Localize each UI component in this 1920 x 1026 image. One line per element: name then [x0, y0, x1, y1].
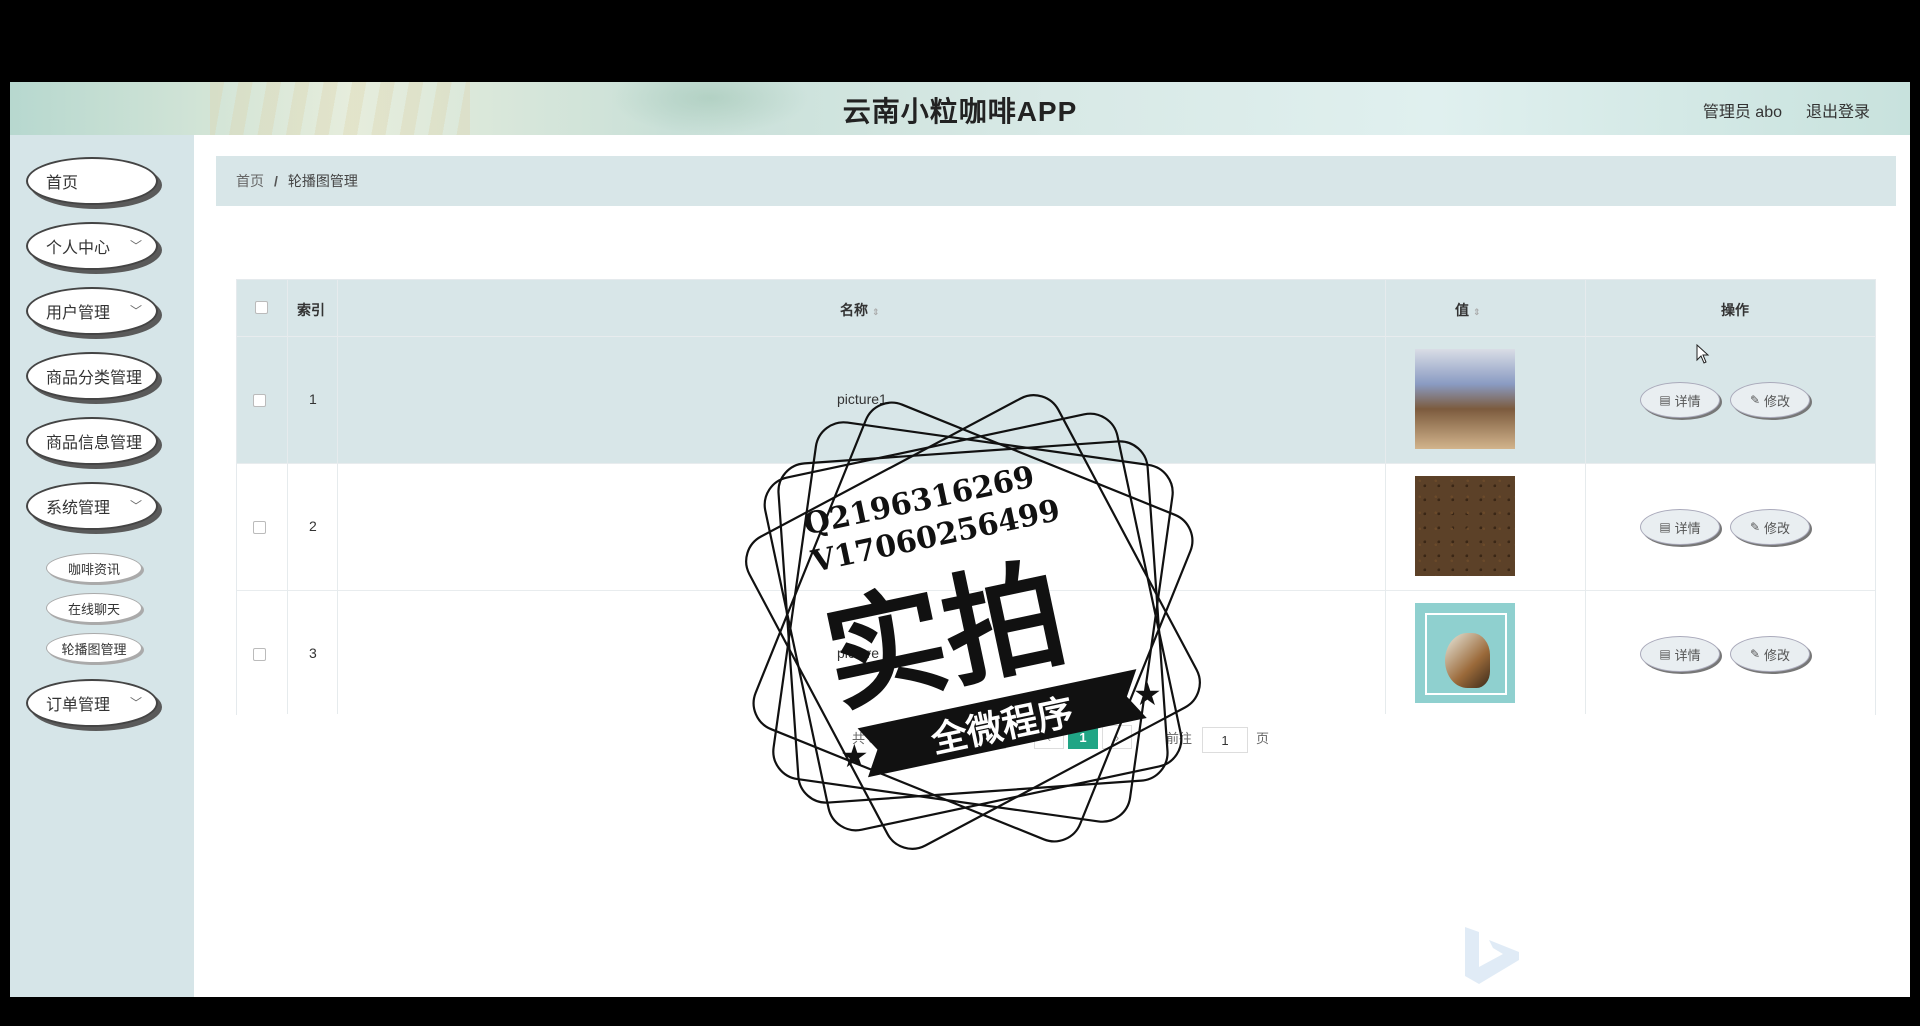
sidebar-item-label: 系统管理: [46, 500, 111, 517]
detail-button[interactable]: ▤ 详情: [1640, 636, 1720, 672]
document-icon: ▤: [1659, 393, 1671, 407]
row-checkbox[interactable]: [253, 394, 266, 407]
carousel-thumbnail: [1415, 349, 1515, 449]
breadcrumb: 首页 / 轮播图管理: [216, 156, 1896, 206]
edit-button-label: 修改: [1764, 393, 1791, 409]
row-index: 1: [309, 391, 317, 407]
sort-icon: ⇕: [872, 307, 880, 317]
sidebar-subitem-chat[interactable]: 在线聊天: [46, 593, 142, 623]
edit-button[interactable]: ✎ 修改: [1730, 636, 1810, 672]
next-page-button[interactable]: ›: [1102, 725, 1132, 749]
document-icon: ▤: [1659, 647, 1671, 661]
column-header-index: 索引: [297, 302, 325, 318]
table-row: 1 picture1 ▤ 详情 ✎ 修改: [237, 336, 1875, 464]
sidebar-subitem-carousel[interactable]: 轮播图管理: [46, 633, 142, 663]
detail-button-label: 详情: [1674, 647, 1701, 663]
row-checkbox[interactable]: [253, 521, 266, 534]
breadcrumb-separator: /: [274, 173, 278, 189]
row-index: 3: [309, 645, 317, 661]
column-divider: [1585, 280, 1586, 714]
column-header-value[interactable]: 值 ⇕: [1455, 300, 1481, 320]
page-size-select[interactable]: 10条/页: [926, 725, 1006, 749]
carousel-thumbnail: [1415, 476, 1515, 576]
admin-label: 管理员 abo: [1702, 104, 1782, 121]
page-number-current[interactable]: 1: [1068, 725, 1098, 749]
column-divider: [287, 280, 288, 714]
pencil-icon: ✎: [1749, 393, 1761, 407]
edit-button[interactable]: ✎ 修改: [1730, 382, 1810, 418]
detail-button[interactable]: ▤ 详情: [1640, 382, 1720, 418]
chevron-down-icon: ﹀: [129, 696, 142, 710]
table-row: 2 ▤ 详情 ✎ 修改: [237, 463, 1875, 591]
table-row: 3 picture ▤ 详情 ✎ 修改: [237, 590, 1875, 718]
sidebar-subitem-news[interactable]: 咖啡资讯: [46, 553, 142, 583]
document-icon: ▤: [1659, 520, 1671, 534]
sidebar-item-products[interactable]: 商品信息管理: [26, 417, 158, 465]
sidebar-item-label: 商品分类管理: [46, 370, 143, 387]
mouse-cursor-icon: [1696, 344, 1710, 364]
column-divider: [337, 280, 338, 714]
goto-suffix: 页: [1256, 731, 1270, 746]
sidebar-item-category[interactable]: 商品分类管理: [26, 352, 158, 400]
sidebar-item-label: 用户管理: [46, 305, 111, 322]
carousel-thumbnail: [1415, 603, 1515, 703]
pagination-total: 共 3 条: [852, 731, 893, 746]
goto-prefix: 前往: [1166, 731, 1193, 746]
sidebar: 首页 个人中心 ﹀ 用户管理 ﹀ 商品分类管理 商品信息管理 系统管理 ﹀ 咖啡…: [10, 135, 194, 997]
pencil-icon: ✎: [1749, 647, 1761, 661]
table-header: 索引 名称 ⇕ 值 ⇕ 操作: [237, 280, 1875, 336]
row-name: picture1: [837, 391, 887, 407]
column-header-label: 名称: [840, 302, 868, 318]
edit-button-label: 修改: [1764, 520, 1791, 536]
sidebar-item-profile[interactable]: 个人中心 ﹀: [26, 222, 158, 270]
sidebar-item-users[interactable]: 用户管理 ﹀: [26, 287, 158, 335]
column-divider: [1385, 280, 1386, 714]
prev-page-button[interactable]: ‹: [1034, 725, 1064, 749]
chevron-down-icon: ﹀: [129, 499, 142, 513]
sidebar-item-label: 订单管理: [46, 697, 111, 714]
column-header-actions: 操作: [1721, 302, 1749, 318]
edit-button[interactable]: ✎ 修改: [1730, 509, 1810, 545]
pencil-icon: ✎: [1749, 520, 1761, 534]
sidebar-item-label: 商品信息管理: [46, 435, 143, 452]
row-checkbox[interactable]: [253, 648, 266, 661]
chevron-right-icon: ›: [1114, 729, 1120, 745]
sidebar-item-home[interactable]: 首页: [26, 157, 158, 205]
breadcrumb-current: 轮播图管理: [287, 173, 358, 189]
select-all-checkbox[interactable]: [255, 301, 268, 314]
chevron-down-icon: ﹀: [129, 304, 142, 318]
chevron-down-icon: ﹀: [129, 239, 142, 253]
logout-button[interactable]: 退出登录: [1806, 98, 1870, 122]
goto-page-input[interactable]: [1202, 727, 1248, 753]
edit-button-label: 修改: [1764, 647, 1791, 663]
sort-icon: ⇕: [1473, 307, 1481, 317]
sidebar-item-label: 个人中心: [46, 240, 111, 257]
row-index: 2: [309, 518, 317, 534]
column-header-label: 值: [1455, 302, 1469, 318]
row-name: picture: [837, 645, 880, 661]
detail-button-label: 详情: [1674, 520, 1701, 536]
chevron-left-icon: ‹: [1046, 729, 1052, 745]
sidebar-item-label: 首页: [46, 175, 79, 192]
breadcrumb-home[interactable]: 首页: [236, 171, 264, 191]
app-window: 云南小粒咖啡APP 管理员 abo 退出登录 首页 个人中心 ﹀ 用户管理 ﹀ …: [10, 82, 1910, 997]
column-header-name[interactable]: 名称 ⇕: [840, 300, 880, 320]
top-header: 云南小粒咖啡APP 管理员 abo 退出登录: [10, 82, 1910, 135]
detail-button-label: 详情: [1674, 393, 1701, 409]
sidebar-item-system[interactable]: 系统管理 ﹀: [26, 482, 158, 530]
carousel-table: 索引 名称 ⇕ 值 ⇕ 操作 1 picture1 ▤ 详情 ✎ 修改 2 ▤ …: [236, 279, 1876, 718]
sidebar-item-orders[interactable]: 订单管理 ﹀: [26, 679, 158, 727]
detail-button[interactable]: ▤ 详情: [1640, 509, 1720, 545]
app-title: 云南小粒咖啡APP: [842, 96, 1078, 127]
watermark-logo-icon: [1465, 927, 1519, 984]
